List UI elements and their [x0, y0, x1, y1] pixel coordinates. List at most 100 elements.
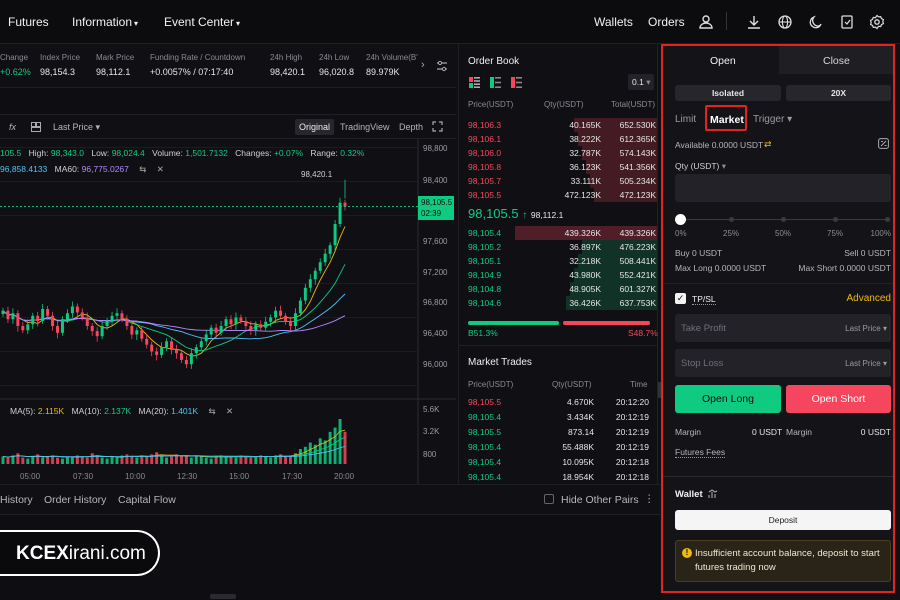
tab-order-history[interactable]: Order History [44, 494, 106, 506]
ticker-funding-value: +0.0057% / 07:17:40 [150, 67, 234, 77]
ticker-funding[interactable]: Funding Rate / Countdown +0.0057% / 07:17… [150, 53, 245, 77]
order-type-market-label: Market [710, 114, 744, 126]
bid-row[interactable]: 98,104.6 36.426K 637.753K [459, 296, 659, 310]
buy-amount: Buy 0 USDT [675, 248, 723, 258]
stop-loss-price-type[interactable]: Last Price ▾ [845, 359, 887, 368]
leverage-label: 20X [830, 88, 847, 98]
order-type-trigger[interactable]: Trigger ▾ [753, 114, 792, 125]
candle-body [100, 326, 104, 337]
nav-futures[interactable]: Futures [8, 15, 49, 29]
layout-icon[interactable] [31, 122, 41, 132]
open-short-button[interactable]: Open Short [786, 385, 891, 413]
price-chart[interactable]: 105.5 High: 98,343.0 Low: 98,024.4 Volum… [0, 139, 456, 484]
take-profit-price-type[interactable]: Last Price ▾ [845, 324, 887, 333]
ask-row[interactable]: 98,105.5 472.123K 472.123K [459, 188, 659, 202]
bid-row[interactable]: 98,104.9 43.980K 552.421K [459, 268, 659, 282]
user-icon[interactable] [698, 14, 714, 30]
moon-icon[interactable] [808, 14, 824, 30]
chart-bars-icon[interactable] [708, 489, 718, 499]
tab-open[interactable]: Open [663, 46, 779, 74]
candle-body [46, 309, 50, 316]
ask-row[interactable]: 98,105.8 36.123K 541.356K [459, 160, 659, 174]
price-type-select[interactable]: Last Price ▾ [53, 122, 100, 133]
moving-average-line [2, 264, 346, 352]
chart-view-original[interactable]: Original [295, 119, 335, 135]
sliders-icon[interactable] [436, 60, 448, 72]
book-bids-icon[interactable] [490, 77, 501, 88]
take-profit-input[interactable]: Take Profit Last Price ▾ [675, 314, 891, 342]
ask-row[interactable]: 98,106.0 32.787K 574.143K [459, 146, 659, 160]
scrollbar[interactable] [210, 594, 236, 599]
open-short-label: Open Short [811, 393, 866, 405]
deposit-label: Deposit [768, 515, 798, 525]
ask-row[interactable]: 98,106.3 40.165K 652.530K [459, 118, 659, 132]
book-both-icon[interactable] [469, 77, 480, 88]
sell-ratio: S48.7% [628, 328, 658, 338]
indicator-settings-icon[interactable]: ⇆ [208, 406, 215, 416]
open-long-button[interactable]: Open Long [675, 385, 781, 413]
volume-bar [65, 456, 69, 464]
ask-row[interactable]: 98,106.1 38.222K 612.365K [459, 132, 659, 146]
slider-step-dot[interactable] [781, 217, 786, 222]
download-icon[interactable] [746, 14, 762, 30]
price-step-select[interactable]: 0.1 ▾ [628, 74, 654, 90]
close-icon[interactable]: ✕ [226, 406, 233, 416]
futures-fees-link[interactable]: Futures Fees [675, 447, 726, 458]
tpsl-checkbox[interactable]: ✓ [675, 293, 686, 304]
nav-information[interactable]: Information ▾ [72, 15, 138, 29]
ask-row[interactable]: 98,105.7 33.111K 505.234K [459, 174, 659, 188]
qty-input[interactable] [675, 174, 891, 202]
margin-mode-button[interactable]: Isolated [675, 85, 781, 101]
vertical-dots-icon[interactable]: ⋮ [644, 493, 655, 505]
settings-icon[interactable] [869, 14, 885, 30]
deposit-button[interactable]: Deposit [675, 510, 891, 530]
candle-body [239, 317, 243, 321]
chart-view-depth[interactable]: Depth [399, 122, 423, 132]
bid-row[interactable]: 98,105.1 32.218K 508.441K [459, 254, 659, 268]
ticker-funding-label: Funding Rate / Countdown [150, 53, 246, 62]
slider-step-dot[interactable] [885, 217, 890, 222]
fullscreen-icon[interactable] [432, 121, 443, 132]
calculator-icon[interactable] [878, 138, 889, 149]
tab-history[interactable]: History [0, 494, 33, 506]
document-icon[interactable] [839, 14, 855, 30]
bid-row[interactable]: 98,105.2 36.897K 476.223K [459, 240, 659, 254]
bid-row[interactable]: 98,104.8 48.905K 601.327K [459, 282, 659, 296]
ob-qty: 48.905K [569, 284, 601, 294]
stop-loss-input[interactable]: Stop Loss Last Price ▾ [675, 349, 891, 377]
globe-icon[interactable] [777, 14, 793, 30]
transfer-icon[interactable]: ⇄ [764, 139, 772, 150]
slider-step-dot[interactable] [729, 217, 734, 222]
leverage-button[interactable]: 20X [786, 85, 891, 101]
advanced-link[interactable]: Advanced [847, 293, 891, 304]
ob-price: 98,105.1 [468, 256, 502, 266]
candle-body [333, 224, 337, 246]
slider-step-dot[interactable] [833, 217, 838, 222]
book-asks-icon[interactable] [511, 77, 522, 88]
order-type-market[interactable]: Market [705, 105, 747, 131]
bottom-tabs: History Order History Capital Flow Hide … [0, 484, 660, 514]
candle-body [145, 338, 149, 345]
volume-tick: 5.6K [423, 405, 440, 414]
nav-wallets[interactable]: Wallets [594, 15, 633, 29]
nav-orders[interactable]: Orders [648, 15, 685, 29]
chevron-right-icon[interactable]: › [421, 59, 425, 71]
vol-ma5-label: MA(5): [10, 406, 36, 416]
order-type-limit[interactable]: Limit [675, 114, 696, 125]
tab-capital-flow[interactable]: Capital Flow [118, 494, 176, 506]
bid-row[interactable]: 98,105.4 439.326K 439.326K [459, 226, 659, 240]
close-icon[interactable]: ✕ [157, 164, 164, 174]
volume-bar [318, 438, 322, 464]
qty-slider-thumb[interactable] [675, 214, 686, 225]
nav-event-center[interactable]: Event Center ▾ [164, 15, 240, 29]
chart-view-tradingview[interactable]: TradingView [340, 122, 390, 132]
tab-close[interactable]: Close [779, 46, 893, 74]
hide-other-pairs-checkbox[interactable] [544, 494, 554, 504]
volume-ma-line [2, 429, 346, 458]
ob-price: 98,104.9 [468, 270, 502, 280]
volume-bar [224, 457, 228, 464]
candle-body [90, 326, 94, 332]
ohlc-low-label: Low: [91, 148, 110, 158]
function-icon[interactable]: fx [9, 122, 16, 132]
indicator-settings-icon[interactable]: ⇆ [139, 164, 146, 174]
